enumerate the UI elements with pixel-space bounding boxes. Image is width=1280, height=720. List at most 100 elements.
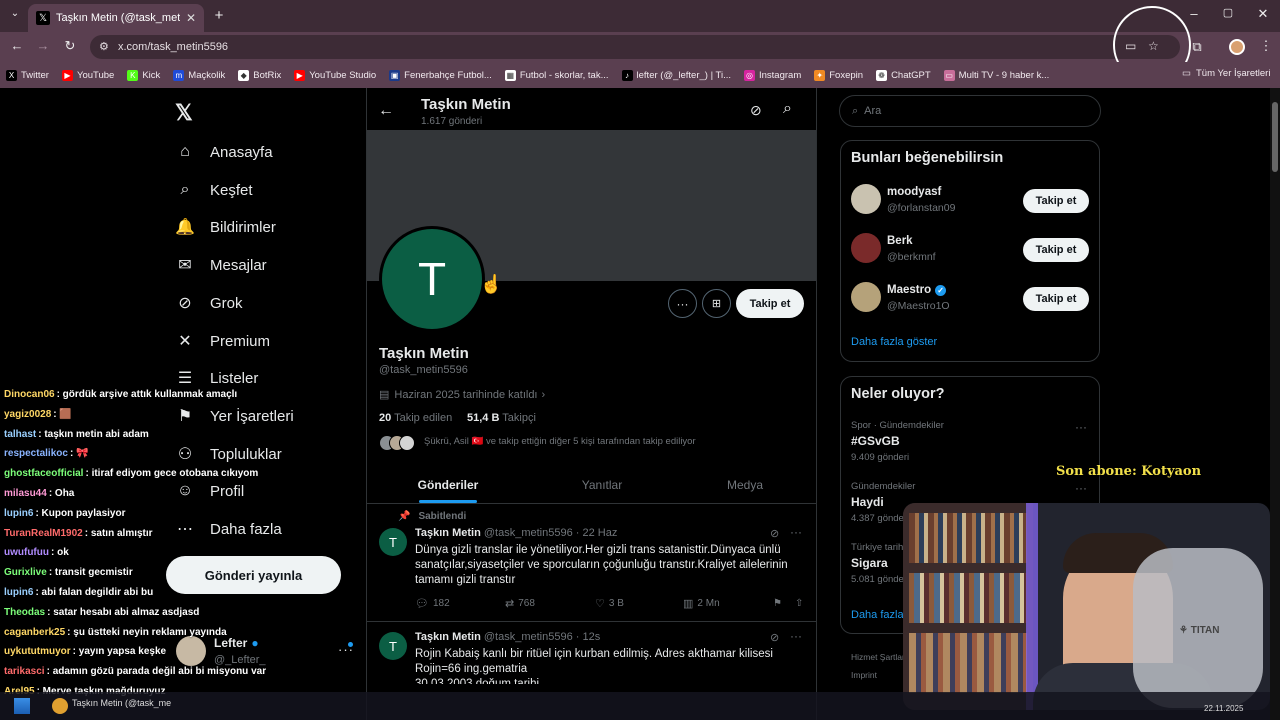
post-avatar[interactable]: T: [379, 632, 407, 660]
sidebar-item-profil[interactable]: ☺ Profil: [174, 480, 244, 502]
reply-button[interactable]: 💬︎ 182: [415, 597, 505, 610]
bookmark-item[interactable]: ▭ Multi TV - 9 haber k...: [943, 69, 1049, 81]
sidebar-item-premium[interactable]: ✕ Premium: [174, 330, 270, 352]
profile-avatar[interactable]: T: [379, 226, 485, 332]
sidebar-item-bildirimler[interactable]: 🔔 Bildirimler: [174, 216, 276, 238]
bookmark-item[interactable]: ▶ YouTube Studio: [294, 69, 376, 81]
sidebar-item-mesajlar[interactable]: ✉ Mesajlar: [174, 254, 266, 276]
chat-username[interactable]: lupin6: [4, 587, 33, 598]
bookmark-item[interactable]: ▶ YouTube: [61, 69, 114, 81]
suggestion-avatar[interactable]: [851, 184, 881, 214]
chrome-app-icon[interactable]: [52, 698, 68, 714]
tab-search-icon[interactable]: ⌄: [6, 8, 24, 19]
suggestion-avatar[interactable]: [851, 233, 881, 263]
trend-more-icon[interactable]: ···: [1075, 420, 1087, 434]
suggestion-name[interactable]: Berk: [887, 235, 913, 247]
tab-medya[interactable]: Medya: [685, 478, 805, 492]
bookmark-item[interactable]: m Maçkolik: [173, 69, 225, 81]
followers-link[interactable]: 51,4 B Takipçi: [467, 412, 536, 424]
post-button[interactable]: Gönderi yayınla: [166, 556, 341, 594]
trends-more-link[interactable]: Daha fazla: [851, 609, 904, 621]
views-button[interactable]: ▥ 2 Mn: [683, 597, 773, 610]
bookmark-post-icon[interactable]: ⚑: [773, 598, 795, 609]
bookmark-item[interactable]: ▦ Futbol - skorlar, tak...: [504, 69, 609, 81]
chat-username[interactable]: lupin6: [4, 508, 33, 519]
post-avatar[interactable]: T: [379, 528, 407, 556]
chat-username[interactable]: uwufufuu: [4, 547, 49, 558]
chat-username[interactable]: Dinocan06: [4, 389, 55, 400]
followed-by-text[interactable]: Şükrü, Asil 🇹🇷 ve takip ettiğin diğer 5 …: [424, 436, 696, 447]
search-input[interactable]: ⌕ Ara: [839, 95, 1101, 127]
address-bar[interactable]: ⚙ x.com/task_metin5596 ▭ ☆: [90, 35, 1180, 59]
search-icon[interactable]: ⌕: [783, 100, 792, 118]
trend-topic[interactable]: #GSvGB: [851, 434, 900, 448]
chat-username[interactable]: respectalikoc: [4, 448, 68, 459]
chat-username[interactable]: Theodas: [4, 607, 45, 618]
post-more-icon[interactable]: ···: [790, 525, 802, 539]
follow-button[interactable]: Takip et: [736, 289, 804, 318]
bookmark-item[interactable]: ◎ Instagram: [744, 69, 801, 81]
suggestion-name[interactable]: Maestro ✓: [887, 284, 947, 296]
suggestion-avatar[interactable]: [851, 282, 881, 312]
sidebar-item-topluluklar[interactable]: ⚇ Topluluklar: [174, 443, 282, 465]
more-options-icon[interactable]: ···: [668, 289, 697, 318]
suggestion-follow-button[interactable]: Takip et: [1023, 238, 1089, 262]
grok-post-icon[interactable]: ⊘: [770, 631, 779, 644]
sidebar-item-daha-fazla[interactable]: ⋯ Daha fazla: [174, 518, 282, 540]
suggestion-follow-button[interactable]: Takip et: [1023, 189, 1089, 213]
chat-username[interactable]: Gurixlive: [4, 567, 47, 578]
bookmark-item[interactable]: ♪ lefter (@_lefter_) | Ti...: [621, 69, 731, 81]
bookmark-item[interactable]: ❁ ChatGPT: [876, 69, 931, 81]
chat-username[interactable]: talhast: [4, 429, 36, 440]
following-link[interactable]: 20 Takip edilen: [379, 412, 452, 424]
sidebar-item-yer-i̇şaretleri[interactable]: ⚑ Yer İşaretleri: [174, 405, 294, 427]
trend-more-icon[interactable]: ···: [1075, 481, 1087, 495]
like-button[interactable]: ♡ 3 B: [595, 597, 683, 610]
share-icon[interactable]: ⇧: [795, 598, 803, 609]
sidebar-item-keşfet[interactable]: ⌕ Keşfet: [174, 179, 253, 201]
account-avatar[interactable]: [176, 636, 206, 666]
footer-terms[interactable]: Hizmet Şartları: [851, 652, 907, 662]
show-more-link[interactable]: Daha fazla göster: [851, 336, 937, 348]
sidebar-item-anasayfa[interactable]: ⌂ Anasayfa: [174, 141, 272, 163]
suggestion-name[interactable]: moodyasf: [887, 186, 941, 198]
windows-start-icon[interactable]: [14, 698, 30, 714]
menu-kebab-icon[interactable]: ⋮: [1257, 38, 1275, 54]
trend-topic[interactable]: Haydi: [851, 495, 884, 509]
tab-gönderiler[interactable]: Gönderiler: [388, 478, 508, 492]
browser-tab[interactable]: 𝕏 Taşkın Metin (@task_metin5596 ✕: [28, 4, 204, 32]
chat-username[interactable]: uykututmuyor: [4, 646, 71, 657]
chat-username[interactable]: TuranRealM1902: [4, 528, 83, 539]
bookmark-item[interactable]: ▣ Fenerbahçe Futbol...: [389, 69, 492, 81]
grok-icon[interactable]: ⊘: [750, 102, 762, 119]
bookmark-item[interactable]: K Kick: [127, 69, 160, 81]
sidebar-item-grok[interactable]: ⊘ Grok: [174, 292, 242, 314]
trend-topic[interactable]: Sigara: [851, 556, 888, 570]
post-more-icon[interactable]: ···: [790, 629, 802, 643]
bookmark-item[interactable]: ✦ Foxepin: [814, 69, 863, 81]
repost-button[interactable]: ⇄ 768: [505, 597, 595, 610]
sidebar-item-listeler[interactable]: ☰ Listeler: [174, 367, 259, 389]
taskbar-window-label[interactable]: Taşkın Metin (@task_me: [72, 698, 171, 708]
bookmark-item[interactable]: ◆ BotRix: [238, 69, 281, 81]
chat-username[interactable]: tarikasci: [4, 666, 45, 677]
minimize-icon[interactable]: –: [1185, 6, 1203, 21]
close-tab-icon[interactable]: ✕: [186, 11, 196, 25]
footer-imprint[interactable]: Imprint: [851, 670, 877, 680]
site-info-icon[interactable]: ⚙: [99, 40, 109, 53]
suggestion-follow-button[interactable]: Takip et: [1023, 287, 1089, 311]
all-bookmarks[interactable]: ▭ Tüm Yer İşaretleri: [1182, 68, 1270, 79]
chat-username[interactable]: yagiz0028: [4, 409, 51, 420]
bookmark-item[interactable]: X Twitter: [6, 69, 49, 81]
grok-post-icon[interactable]: ⊘: [770, 527, 779, 540]
x-logo-icon[interactable]: 𝕏: [175, 100, 193, 126]
profile-avatar-icon[interactable]: [1229, 39, 1245, 55]
profile-joined[interactable]: ▤ Haziran 2025 tarihinde katıldı ›: [379, 388, 545, 402]
chat-username[interactable]: milasu44: [4, 488, 47, 499]
chat-username[interactable]: ghostfaceofficial: [4, 468, 83, 479]
new-tab-icon[interactable]: +: [210, 7, 228, 24]
maximize-icon[interactable]: ▢: [1219, 6, 1237, 19]
close-window-icon[interactable]: ✕: [1254, 6, 1272, 22]
chat-username[interactable]: caganberk25: [4, 627, 65, 638]
reload-icon[interactable]: ↻: [61, 38, 79, 54]
